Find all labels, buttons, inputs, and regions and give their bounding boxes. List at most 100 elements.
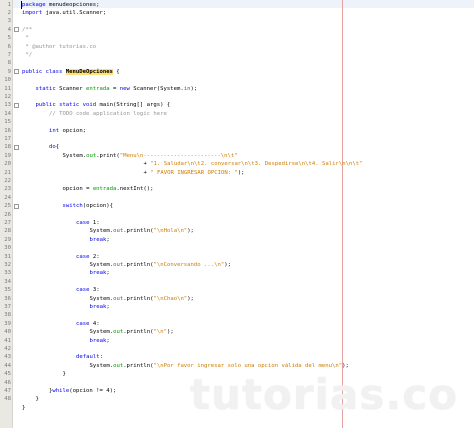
code-line[interactable]: }while(opcion != 4);	[49, 387, 116, 395]
code-token: MenuDeOpciones	[65, 68, 113, 75]
line-number: 43	[4, 354, 11, 361]
code-line[interactable]: */	[22, 51, 32, 59]
code-line[interactable]: break;	[90, 337, 110, 345]
code-token: default	[76, 354, 100, 361]
line-number: 5	[7, 35, 11, 42]
fold-toggle-icon[interactable]	[14, 69, 19, 75]
code-line[interactable]: *	[22, 34, 28, 42]
code-token: );	[166, 329, 174, 336]
line-number: 40	[4, 329, 11, 336]
line-number: 45	[4, 371, 11, 378]
code-token: out	[113, 262, 124, 268]
code-token: 2:	[89, 253, 100, 260]
code-token: case	[76, 287, 90, 294]
code-token: out	[113, 295, 124, 302]
code-token: System.	[89, 295, 114, 302]
code-token: opcion;	[59, 127, 87, 134]
code-token: System.	[89, 362, 114, 369]
code-line[interactable]: break;	[90, 236, 110, 244]
code-line[interactable]: System.out.println("\nConversando ...\n"…	[90, 261, 231, 269]
code-token: out	[113, 228, 124, 235]
code-line[interactable]: case 1:	[76, 219, 100, 227]
code-line[interactable]: // TODO code application logic here	[49, 110, 167, 118]
code-line[interactable]: + "1. Saludar\n\t2. conversar\n\t3. Desp…	[144, 160, 363, 168]
code-line[interactable]: System.out.println("\nChao\n");	[90, 295, 194, 303]
line-number: 25	[4, 203, 11, 210]
code-line[interactable]: * @author tutorias.co	[22, 43, 96, 51]
line-number: 32	[4, 262, 11, 268]
code-token: }	[35, 396, 39, 403]
line-number: 48	[4, 396, 11, 403]
line-number: 3	[7, 18, 11, 25]
code-token: /**	[22, 26, 33, 33]
code-line[interactable]: static Scanner entrada = new Scanner(Sys…	[36, 85, 198, 93]
code-token: main(String[] args) {	[96, 102, 171, 109]
line-number: 46	[4, 379, 11, 386]
code-line[interactable]: switch(opcion){	[63, 202, 114, 210]
code-line[interactable]: System.out.print("Menu\n----------------…	[63, 152, 238, 160]
code-line[interactable]: System.out.println("\n");	[90, 328, 174, 336]
fold-toggle-icon[interactable]	[14, 102, 19, 108]
code-token: while	[52, 388, 70, 394]
code-token: ;	[106, 337, 110, 344]
line-number: 1	[7, 1, 11, 8]
code-token: "\nConversando ...\n"	[153, 262, 225, 268]
line-number: 4	[7, 26, 11, 33]
code-line[interactable]: System.out.println("\nPor favor ingresar…	[90, 362, 349, 370]
code-line[interactable]: package menudeopciones;	[22, 1, 99, 9]
code-token: new	[119, 85, 130, 92]
fold-toggle-icon[interactable]	[14, 203, 19, 209]
code-line[interactable]: int opcion;	[49, 127, 86, 135]
code-line[interactable]: public class MenuDeOpciones {	[22, 68, 120, 76]
line-number: 38	[4, 312, 11, 319]
code-line[interactable]: case 3:	[76, 286, 100, 294]
line-number: 7	[7, 52, 11, 58]
code-token: System.	[89, 262, 114, 268]
line-number: 15	[4, 119, 11, 126]
code-line[interactable]: case 4:	[76, 320, 100, 328]
code-token: out	[86, 152, 97, 159]
line-number: 35	[4, 287, 11, 294]
line-number: 33	[4, 270, 11, 277]
code-line[interactable]: }	[36, 395, 39, 403]
code-token: {	[112, 68, 120, 75]
code-line[interactable]: break;	[90, 303, 110, 311]
code-token: 1:	[89, 220, 100, 226]
code-line[interactable]: case 2:	[76, 253, 100, 261]
code-token: .print(	[96, 152, 120, 159]
code-token: Scanner	[55, 85, 87, 92]
code-line[interactable]: public static void main(String[] args) {	[36, 101, 171, 109]
code-line[interactable]: import java.util.Scanner;	[22, 9, 106, 17]
line-number: 14	[4, 110, 11, 117]
fold-toggle-icon[interactable]	[14, 144, 19, 150]
code-token: Scanner(System.	[129, 85, 184, 92]
code-token: break	[89, 236, 107, 243]
code-token: * @author tutorias.co	[22, 43, 97, 50]
code-token: " FAVOR INGRESAR OPCION: "	[150, 169, 238, 176]
line-number: 19	[4, 152, 11, 159]
line-number: 10	[4, 77, 11, 84]
text-caret	[21, 1, 22, 9]
code-line[interactable]: System.out.println("\nHola\n");	[90, 227, 194, 235]
code-editor[interactable]: 1 2 3 4 5 6 7 8 9 10 11 12 13 14 15 16 17 18 19 20 21 22 23 24 2…	[0, 0, 474, 428]
code-token: case	[76, 220, 90, 226]
fold-toggle-icon[interactable]	[14, 27, 19, 33]
line-number: 36	[4, 295, 11, 302]
code-line[interactable]: break;	[90, 269, 110, 277]
line-number: 26	[4, 211, 11, 218]
code-line[interactable]: opcion = entrada.nextInt();	[63, 185, 154, 193]
line-number-gutter: 1 2 3 4 5 6 7 8 9 10 11 12 13 14 15 16 17 18 19 20 21 22 23 24 2…	[0, 0, 13, 428]
code-line[interactable]: }	[22, 404, 25, 412]
code-line[interactable]: do{	[49, 143, 59, 151]
code-line[interactable]: }	[63, 370, 66, 378]
code-token: =	[109, 85, 120, 92]
line-number: 11	[4, 85, 11, 92]
code-token: break	[89, 270, 107, 277]
code-line[interactable]: /**	[22, 26, 32, 34]
code-token: (opcion){	[82, 203, 114, 210]
code-token: int	[49, 127, 60, 134]
code-line[interactable]: + " FAVOR INGRESAR OPCION: ");	[144, 169, 245, 177]
code-line[interactable]: default:	[76, 353, 103, 361]
code-token: import	[22, 10, 43, 16]
code-token: do	[49, 144, 56, 151]
